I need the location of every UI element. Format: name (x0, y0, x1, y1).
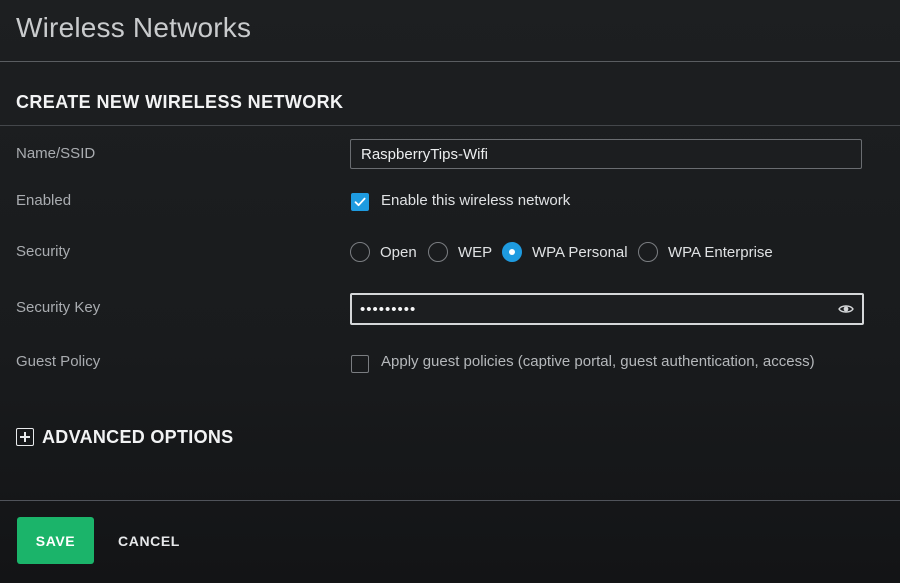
section-divider (0, 125, 900, 126)
security-key-input[interactable] (352, 295, 838, 323)
security-radio-open[interactable] (350, 242, 370, 262)
security-option-open[interactable]: Open (380, 244, 417, 261)
enable-network-checkbox[interactable] (351, 193, 369, 211)
guest-policy-checkbox[interactable] (351, 355, 369, 373)
show-password-eye-icon[interactable] (838, 301, 854, 317)
security-option-wep[interactable]: WEP (458, 244, 492, 261)
cancel-button[interactable]: CANCEL (108, 517, 190, 564)
advanced-options-label: ADVANCED OPTIONS (42, 426, 234, 447)
name-ssid-label: Name/SSID (16, 145, 96, 162)
wireless-networks-page: Wireless Networks CREATE NEW WIRELESS NE… (0, 0, 900, 583)
security-label: Security (16, 243, 71, 260)
guest-policy-label: Guest Policy (16, 353, 101, 370)
save-button[interactable]: SAVE (17, 517, 94, 564)
section-title: CREATE NEW WIRELESS NETWORK (16, 92, 344, 112)
enabled-label: Enabled (16, 192, 72, 209)
enable-network-text[interactable]: Enable this wireless network (381, 192, 570, 209)
security-option-wpa-personal[interactable]: WPA Personal (532, 244, 628, 261)
guest-policy-text[interactable]: Apply guest policies (captive portal, gu… (381, 353, 815, 370)
page-title: Wireless Networks (16, 12, 252, 43)
name-ssid-input[interactable] (350, 139, 862, 169)
advanced-options-toggle[interactable]: ADVANCED OPTIONS (16, 426, 233, 448)
security-key-label: Security Key (16, 299, 101, 316)
security-option-wpa-enterprise[interactable]: WPA Enterprise (668, 244, 773, 261)
footer-divider (0, 500, 900, 501)
security-radio-wpa-enterprise[interactable] (638, 242, 658, 262)
plus-square-icon (16, 428, 34, 446)
security-key-field[interactable] (350, 293, 864, 325)
security-radio-wep[interactable] (428, 242, 448, 262)
title-divider (0, 61, 900, 62)
security-radio-wpa-personal[interactable] (502, 242, 522, 262)
check-icon (354, 197, 366, 207)
